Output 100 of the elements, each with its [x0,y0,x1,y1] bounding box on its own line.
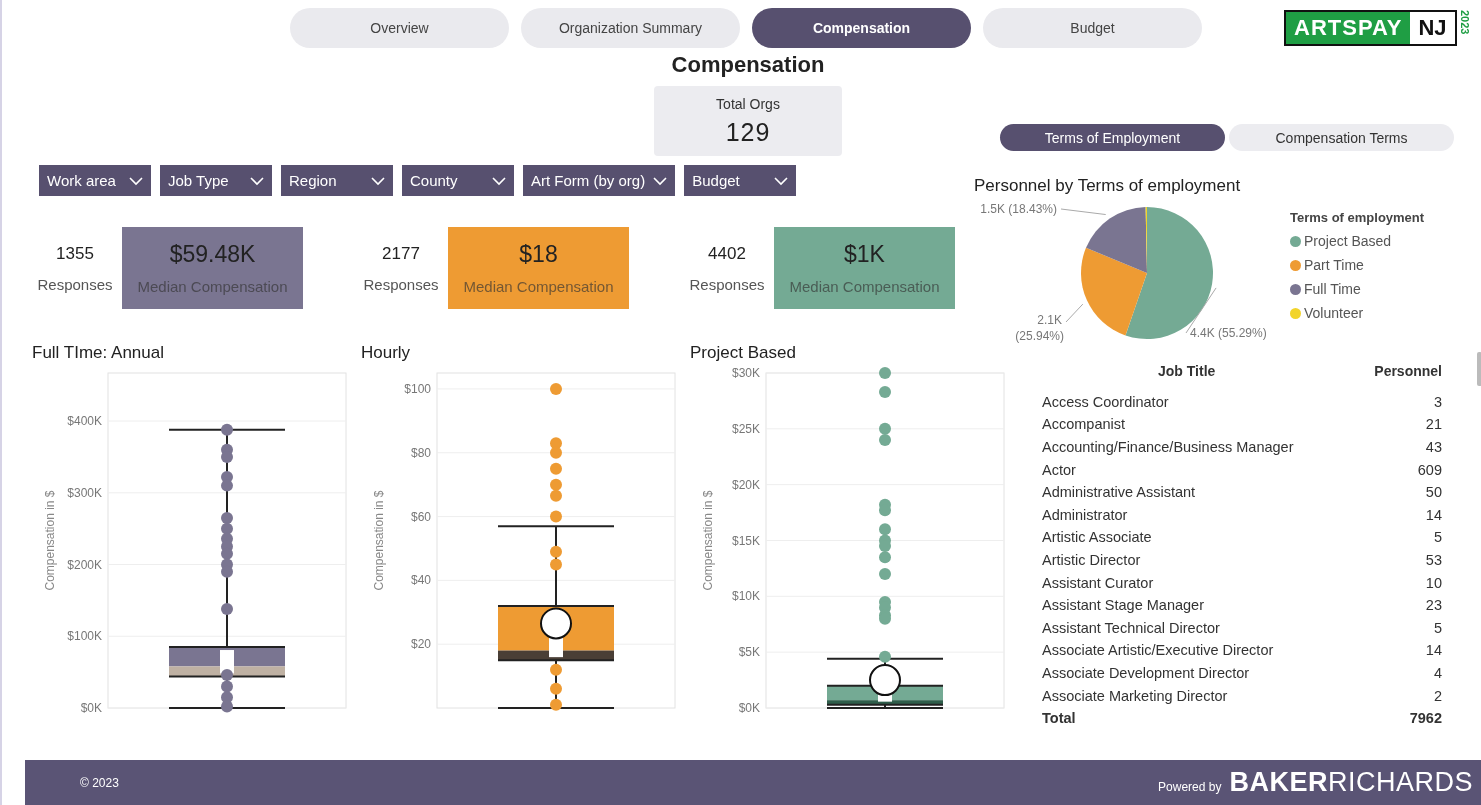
filter-dropdown[interactable]: Region [281,165,393,196]
data-point [221,522,233,535]
data-point [221,547,233,560]
response-count: 1355 [56,243,94,264]
data-point [550,382,562,395]
axis-tick-label: $25K [731,421,760,436]
filter-dropdown[interactable]: Work area [39,165,151,196]
count-label: Responses [689,275,765,293]
powered-by: Powered by [1158,780,1222,794]
data-point [550,462,562,475]
axis-tick-label: $20K [731,477,760,492]
table-cell: 43 [1425,439,1442,456]
count-label: Responses [363,275,439,293]
table-cell: 53 [1425,552,1442,569]
view-tab[interactable]: Terms of Employment [1000,124,1225,151]
table-cell: 50 [1425,484,1442,501]
data-point [221,669,233,681]
data-point [221,680,233,693]
axis-title: Compensation in $ [701,490,715,591]
chevron-icon [371,175,385,186]
response-count: 2177 [382,243,420,264]
axis-tick-label: $200K [67,557,102,572]
data-point [550,489,562,502]
data-point [221,691,233,704]
data-point [221,603,233,615]
mean-marker [869,664,901,697]
data-point [221,511,233,524]
axis-tick-label: $0K [80,701,102,715]
filter-dropdown[interactable]: Job Type [160,165,272,196]
data-point [550,698,562,711]
chevron-icon [250,175,264,186]
table-cell: 21 [1425,416,1442,433]
nav-tab[interactable]: Budget [983,8,1202,48]
table-cell: Assistant Curator [1042,574,1154,591]
chart-title: Personnel by Terms of employment [973,176,1242,196]
data-point [550,682,562,695]
axis-tick-label: $300K [67,485,102,500]
table-cell: Associate Artistic/Executive Director [1042,642,1274,659]
table-cell: 14 [1425,506,1442,523]
data-point [221,565,233,578]
legend-label: Part Time [1304,257,1364,273]
data-point [550,510,562,523]
logo-name: ARTSPAY [1286,12,1411,44]
table-cell: Accounting/Finance/Business Manager [1042,439,1294,456]
card-value: 129 [725,117,771,147]
axis-tick-label: $400K [67,414,102,429]
brand-logo: BAKERRICHARDS [1229,767,1473,798]
table-cell: 5 [1433,529,1442,546]
chevron-icon [774,175,789,186]
axis-tick-label: $10K [731,589,760,604]
data-label: 4.4K (55.29%) [1190,326,1267,340]
scrollbar-thumb[interactable] [1477,352,1481,386]
data-point [550,558,562,571]
table-cell: 5 [1433,619,1442,636]
table-cell: Artistic Director [1042,552,1141,569]
data-point [879,551,891,564]
data-point [879,367,891,379]
nav-tab[interactable]: Overview [290,8,509,48]
table-cell: 4 [1433,665,1442,681]
count-label: Responses [37,275,113,293]
axis-tick-label: $15K [731,533,760,548]
leader-line [1060,208,1107,216]
kpi-value: $59.48K [169,241,256,268]
column-header: Job Title [1158,363,1216,380]
chevron-icon [492,175,506,186]
kpi-value: $1K [844,241,885,268]
legend-label: Project Based [1304,233,1392,249]
table-cell: Associate Marketing Director [1042,687,1228,704]
table-cell: Assistant Technical Director [1042,619,1220,636]
nav-tab[interactable]: Organization Summary [521,8,740,48]
table-cell: 609 [1417,461,1442,478]
data-point [879,434,891,446]
chevron-icon [129,175,143,186]
axis-tick-label: $5K [738,645,760,660]
chart-title: Hourly [360,343,412,363]
view-tab[interactable]: Compensation Terms [1229,124,1454,151]
data-label: 1.5K (18.43%) [980,202,1057,216]
table-cell: Administrative Assistant [1042,484,1196,501]
response-count: 4402 [708,243,746,264]
data-label: 2.1K (25.94%) [1015,313,1064,343]
table-cell: Actor [1042,461,1076,478]
data-point [879,422,891,435]
nav-tab[interactable]: Compensation [752,8,971,48]
copyright: © 2023 [80,775,119,790]
filter-dropdown[interactable]: Art Form (by org) [523,165,676,196]
axis-title: Compensation in $ [43,490,57,591]
kpi-label: Median Compensation [463,278,614,295]
table-cell: Access Coordinator [1042,393,1169,410]
data-point [879,568,891,580]
data-point [221,479,233,492]
axis-tick-label: $30K [731,366,760,380]
table-cell: Artistic Associate [1042,529,1152,546]
chart-title: Project Based [689,343,797,363]
data-point [879,504,891,517]
filter-dropdown[interactable]: Budget [684,165,797,196]
kpi-label: Median Compensation [137,278,288,295]
data-point [879,523,891,536]
filter-dropdown[interactable]: County [402,165,514,196]
axis-tick-label: $80 [410,445,431,460]
table-cell: 3 [1433,393,1442,410]
